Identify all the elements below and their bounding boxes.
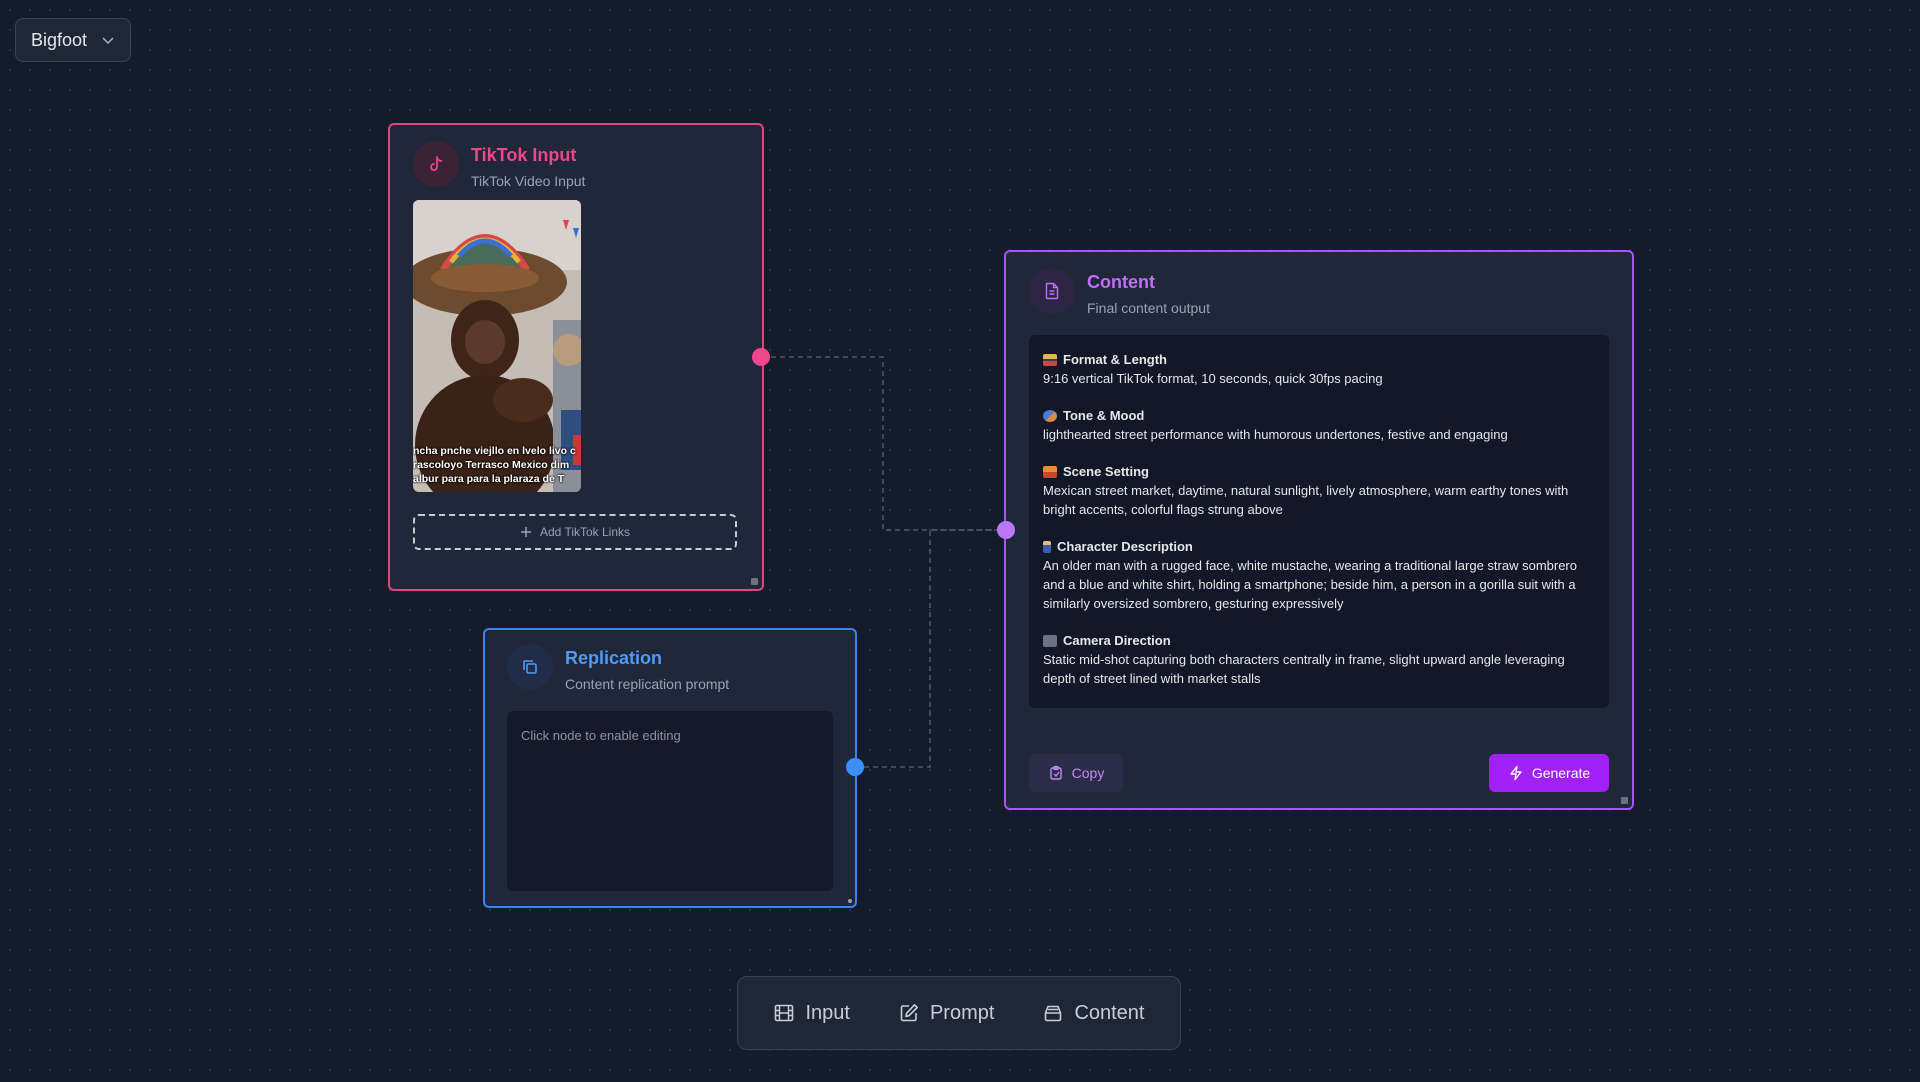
content-node[interactable]: Content Final content output Format & Le… bbox=[1004, 250, 1634, 810]
node-title: Replication bbox=[565, 648, 663, 668]
person-emoji-icon bbox=[1043, 540, 1051, 553]
content-output[interactable]: Format & Length 9:16 vertical TikTok for… bbox=[1029, 335, 1609, 708]
copy-duplicate-icon bbox=[507, 644, 553, 690]
project-name: Bigfoot bbox=[30, 29, 88, 50]
section-text: An older man with a rugged face, white m… bbox=[1043, 558, 1577, 611]
node-header: Content Final content output bbox=[1029, 268, 1210, 316]
edge-tiktok-to-content bbox=[762, 356, 1004, 531]
section-text: Mexican street market, daytime, natural … bbox=[1043, 483, 1569, 517]
section-text: Static mid-shot capturing both character… bbox=[1043, 652, 1565, 686]
node-subtitle: TikTok Video Input bbox=[471, 173, 586, 189]
node-title: Content bbox=[1087, 272, 1155, 292]
lightning-icon bbox=[1510, 765, 1522, 781]
section-title: Scene Setting bbox=[1063, 464, 1149, 479]
tool-label: Input bbox=[805, 1001, 850, 1024]
edit-icon bbox=[900, 1004, 918, 1022]
content-section: Tone & Mood lighthearted street performa… bbox=[1043, 406, 1595, 444]
add-input-button[interactable]: Input bbox=[773, 1001, 850, 1025]
film-emoji-icon bbox=[1043, 353, 1057, 366]
tiktok-input-node[interactable]: TikTok Input TikTok Video Input ncha pnc… bbox=[388, 123, 764, 591]
replication-output-handle[interactable] bbox=[846, 758, 864, 776]
add-prompt-button[interactable]: Prompt bbox=[898, 1002, 994, 1025]
plus-icon bbox=[520, 527, 531, 537]
theater-masks-emoji-icon bbox=[1043, 409, 1057, 422]
tiktok-output-handle[interactable] bbox=[752, 348, 770, 366]
video-caption: ncha pnche viejllo en lvelo livo c rasco… bbox=[413, 444, 581, 486]
section-title: Character Description bbox=[1057, 539, 1193, 554]
sunset-emoji-icon bbox=[1043, 465, 1057, 478]
generate-button[interactable]: Generate bbox=[1489, 754, 1609, 792]
document-icon bbox=[1029, 268, 1075, 314]
project-dropdown[interactable]: Bigfoot bbox=[15, 18, 131, 62]
video-thumbnail[interactable]: ncha pnche viejllo en lvelo livo c rasco… bbox=[413, 200, 581, 492]
caption-line: ncha pnche viejllo en lvelo livo c bbox=[413, 445, 576, 457]
generate-label: Generate bbox=[1531, 765, 1591, 781]
caption-line: albur para para la plaraza de T bbox=[413, 473, 565, 485]
tool-label: Prompt bbox=[929, 1001, 995, 1024]
tool-label: Content bbox=[1074, 1001, 1145, 1024]
section-title: Format & Length bbox=[1063, 352, 1167, 367]
copy-button[interactable]: Copy bbox=[1029, 754, 1123, 792]
node-subtitle: Content replication prompt bbox=[565, 676, 730, 692]
node-header: TikTok Input TikTok Video Input bbox=[413, 141, 585, 189]
edge-replication-to-content bbox=[855, 529, 1004, 768]
node-title: TikTok Input bbox=[471, 145, 577, 165]
resize-handle[interactable] bbox=[751, 578, 758, 585]
content-section: Character Description An older man with … bbox=[1043, 537, 1595, 613]
content-section: Scene Setting Mexican street market, day… bbox=[1043, 462, 1595, 519]
caption-line: rascoloyo Terrasco Mexico dim bbox=[413, 459, 570, 471]
add-tiktok-links-button[interactable]: Add TikTok Links bbox=[413, 514, 737, 550]
section-title: Tone & Mood bbox=[1063, 408, 1145, 423]
copy-label: Copy bbox=[1071, 765, 1105, 781]
content-section: Format & Length 9:16 vertical TikTok for… bbox=[1043, 350, 1595, 388]
content-section: Camera Direction Static mid-shot capturi… bbox=[1043, 631, 1595, 688]
section-text: lighthearted street performance with hum… bbox=[1043, 427, 1508, 442]
resize-handle[interactable] bbox=[848, 899, 852, 903]
content-input-handle[interactable] bbox=[997, 521, 1015, 539]
add-links-label: Add TikTok Links bbox=[539, 525, 631, 539]
movie-camera-emoji-icon bbox=[1043, 634, 1057, 647]
editor-placeholder: Click node to enable editing bbox=[521, 728, 681, 743]
add-content-button[interactable]: Content bbox=[1042, 1001, 1145, 1025]
clipboard-icon bbox=[1049, 765, 1062, 780]
section-text: 9:16 vertical TikTok format, 10 seconds,… bbox=[1043, 371, 1383, 386]
archive-icon bbox=[1045, 1005, 1062, 1022]
resize-handle[interactable] bbox=[1621, 797, 1628, 804]
tiktok-icon bbox=[413, 141, 459, 187]
node-toolbar: Input Prompt Content bbox=[737, 976, 1181, 1050]
section-title: Camera Direction bbox=[1063, 633, 1171, 648]
replication-prompt-editor[interactable]: Click node to enable editing bbox=[507, 711, 833, 891]
film-icon bbox=[775, 1004, 794, 1022]
chevron-down-icon bbox=[102, 37, 114, 45]
node-header: Replication Content replication prompt bbox=[507, 644, 729, 692]
replication-node[interactable]: Replication Content replication prompt C… bbox=[483, 628, 857, 908]
node-subtitle: Final content output bbox=[1087, 300, 1210, 316]
